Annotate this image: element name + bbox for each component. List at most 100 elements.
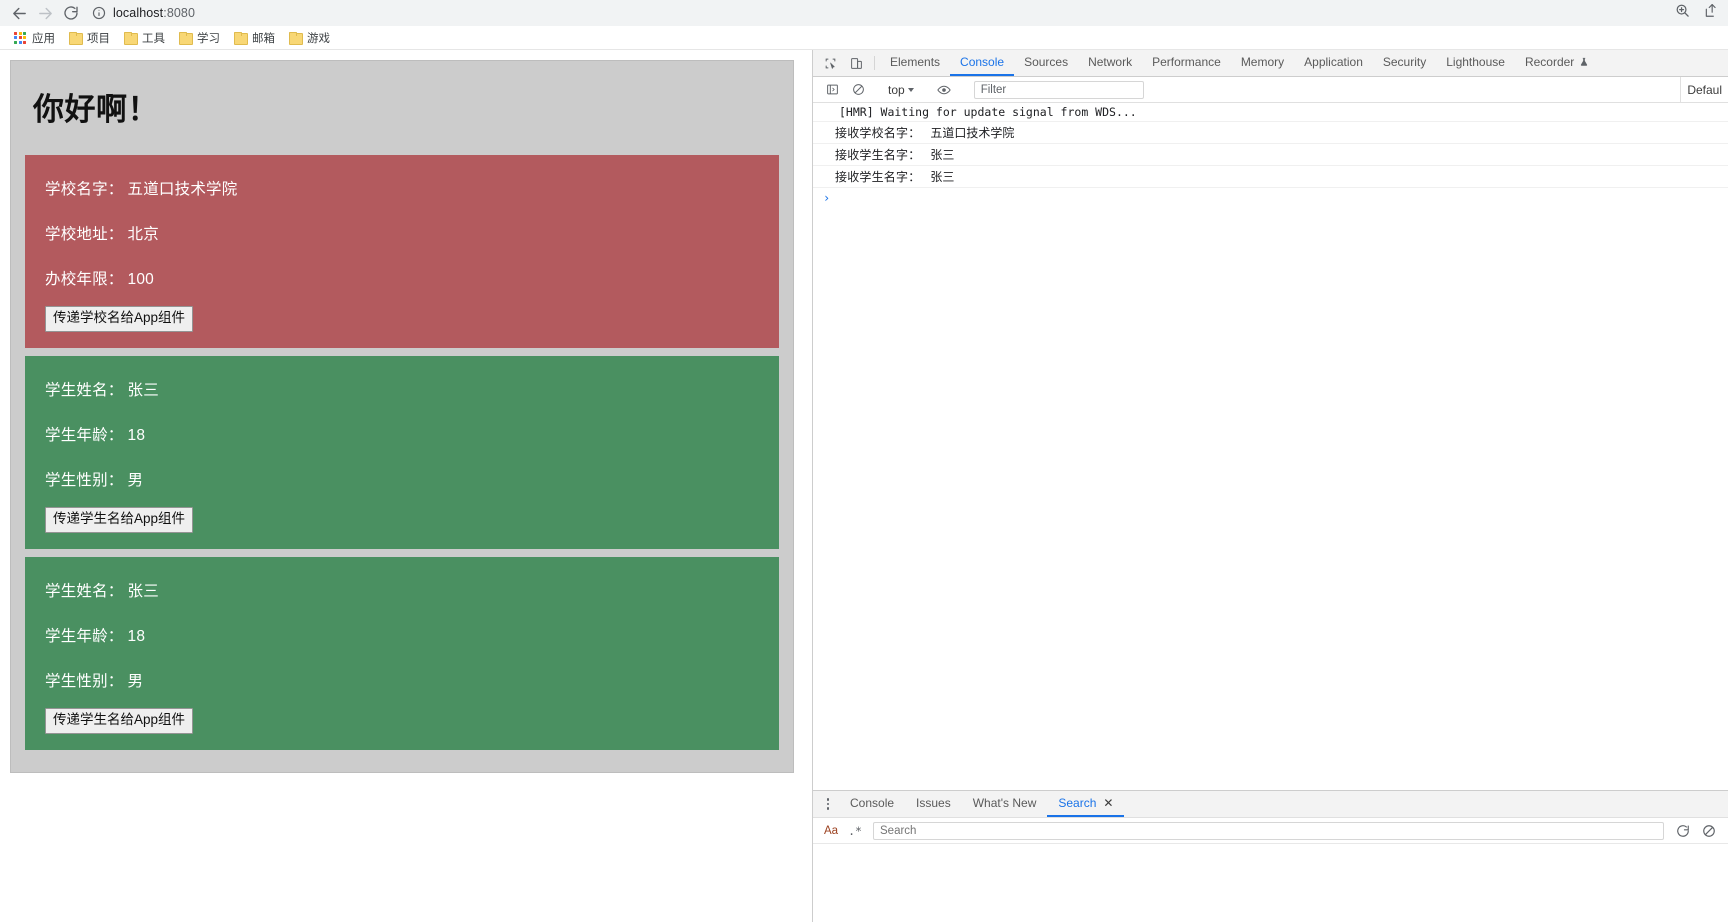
- tab-performance[interactable]: Performance: [1142, 50, 1231, 76]
- drawer-menu-button[interactable]: [817, 791, 839, 817]
- kebab-dot: [826, 802, 830, 806]
- bookmark-label: 工具: [142, 32, 165, 45]
- search-clear-button[interactable]: [1696, 824, 1722, 838]
- search-refresh-button[interactable]: [1670, 824, 1696, 838]
- tab-recorder-label: Recorder: [1524, 55, 1575, 69]
- school-component-card: 学校名字： 五道口技术学院 学校地址： 北京 办校年限： 100 传递学校名给App组…: [25, 155, 779, 348]
- bookmark-apps[interactable]: 应用: [8, 28, 63, 48]
- console-message-value: 张三: [930, 148, 955, 162]
- student-age-label: 学生年龄：: [45, 627, 124, 645]
- student-gender-value: 男: [127, 672, 144, 690]
- address-bar[interactable]: localhost:8080: [92, 4, 1671, 22]
- url-port: :8080: [163, 6, 196, 20]
- device-toolbar-button[interactable]: [843, 50, 869, 76]
- log-level-selector[interactable]: Defaul: [1680, 77, 1728, 102]
- info-circle-icon[interactable]: [92, 6, 106, 20]
- apps-grid-icon: [14, 31, 26, 44]
- bookmark-folder-1[interactable]: 项目: [63, 28, 118, 48]
- search-toolbar: Aa .* Search: [813, 818, 1728, 844]
- back-button[interactable]: [8, 2, 30, 24]
- flask-icon: [1581, 57, 1588, 66]
- pass-student-name-button[interactable]: 传递学生名给App组件: [45, 506, 194, 533]
- pass-student-name-button[interactable]: 传递学生名给App组件: [45, 707, 194, 734]
- console-message-label: 接收学生名字：: [835, 148, 921, 162]
- tab-security[interactable]: Security: [1373, 50, 1436, 76]
- school-name-row: 学校名字： 五道口技术学院: [45, 177, 759, 199]
- tab-console[interactable]: Console: [950, 50, 1015, 76]
- clear-console-icon: [852, 84, 864, 95]
- student-age-value: 18: [127, 627, 146, 645]
- match-case-toggle[interactable]: Aa: [819, 821, 843, 841]
- student-age-row: 学生年龄： 18: [45, 624, 759, 646]
- web-page-content: 你好啊！ 学校名字： 五道口技术学院 学校地址： 北京 办校年限： 100 传递学校名…: [0, 50, 812, 922]
- regex-toggle[interactable]: .*: [843, 821, 867, 841]
- console-message-student-1: 接收学生名字： 张三: [813, 144, 1728, 166]
- bookmark-folder-3[interactable]: 学习: [173, 28, 228, 48]
- url-text: localhost:8080: [113, 6, 195, 20]
- tab-network[interactable]: Network: [1078, 50, 1142, 76]
- school-years-row: 办校年限： 100: [45, 267, 759, 289]
- student-gender-label: 学生性别：: [45, 672, 124, 690]
- drawer-tab-console[interactable]: Console: [839, 791, 905, 817]
- student-name-row: 学生姓名： 张三: [45, 579, 759, 601]
- url-host: localhost: [113, 6, 164, 20]
- tab-application[interactable]: Application: [1294, 50, 1373, 76]
- zoom-in-button[interactable]: [1675, 3, 1690, 23]
- tab-memory[interactable]: Memory: [1231, 50, 1294, 76]
- log-level-label: Defaul: [1687, 82, 1722, 97]
- tab-lighthouse[interactable]: Lighthouse: [1436, 50, 1515, 76]
- student-gender-row: 学生性别：男: [45, 468, 759, 490]
- kebab-dot: [826, 798, 830, 801]
- console-message-school: 接收学校名字： 五道口技术学院: [813, 122, 1728, 144]
- share-button[interactable]: [1704, 3, 1718, 23]
- drawer-tab-search[interactable]: Search ✕: [1047, 791, 1125, 817]
- bookmark-folder-2[interactable]: 工具: [118, 28, 173, 48]
- search-input[interactable]: Search: [873, 821, 1664, 840]
- console-message-student-2: 接收学生名字： 张三: [813, 166, 1728, 188]
- clear-console-button[interactable]: [845, 83, 871, 96]
- refresh-icon: [1677, 824, 1689, 837]
- school-years-label: 办校年限：: [45, 271, 124, 288]
- school-name-label: 学校名字：: [45, 181, 124, 198]
- student-age-label: 学生年龄：: [45, 426, 124, 444]
- tab-recorder[interactable]: Recorder: [1515, 50, 1599, 76]
- console-toolbar: top Filter Defaul: [813, 77, 1728, 103]
- bookmark-folder-5[interactable]: 游戏: [283, 28, 338, 48]
- console-input-prompt[interactable]: ›: [813, 188, 1728, 208]
- student-gender-label: 学生性别：: [45, 471, 124, 489]
- inspect-element-icon: [825, 58, 835, 69]
- reload-icon: [64, 6, 78, 20]
- devtools-drawer: Console Issues What's New Search ✕ Aa .*…: [813, 790, 1728, 922]
- console-message-label: 接收学生名字：: [835, 170, 921, 184]
- bookmark-label: 游戏: [307, 32, 330, 45]
- student-age-value: 18: [127, 426, 146, 444]
- forward-button[interactable]: [34, 2, 56, 24]
- inspect-element-button[interactable]: [817, 50, 843, 76]
- app-component: 你好啊！ 学校名字： 五道口技术学院 学校地址： 北京 办校年限： 100 传递学校名…: [10, 60, 794, 773]
- student-name-value: 张三: [127, 381, 159, 399]
- console-filter-input[interactable]: Filter: [973, 80, 1144, 99]
- folder-icon: [289, 32, 303, 45]
- console-message-label: 接收学校名字：: [835, 126, 921, 140]
- browser-toolbar: localhost:8080: [0, 0, 1728, 26]
- bookmark-label: 项目: [87, 32, 110, 45]
- console-sidebar-button[interactable]: [819, 83, 845, 96]
- pass-school-name-button[interactable]: 传递学校名给App组件: [45, 306, 194, 332]
- bookmarks-bar: 应用 项目 工具 学习 邮箱 游戏: [0, 26, 1728, 50]
- page-title: 你好啊！: [33, 92, 159, 127]
- drawer-tab-whats-new[interactable]: What's New: [962, 791, 1048, 817]
- reload-button[interactable]: [60, 2, 82, 24]
- tab-sources[interactable]: Sources: [1014, 50, 1078, 76]
- tab-elements[interactable]: Elements: [880, 50, 950, 76]
- drawer-tab-issues[interactable]: Issues: [905, 791, 962, 817]
- student-name-value: 张三: [127, 582, 159, 600]
- execution-context-selector[interactable]: top: [882, 83, 920, 97]
- school-years-value: 100: [127, 271, 154, 288]
- bookmark-folder-4[interactable]: 邮箱: [228, 28, 283, 48]
- live-expression-button[interactable]: [931, 83, 957, 97]
- school-address-value: 北京: [127, 226, 159, 243]
- forward-arrow-icon: [38, 7, 52, 19]
- school-address-label: 学校地址：: [45, 226, 124, 243]
- close-icon[interactable]: ✕: [1103, 797, 1113, 809]
- toolbar-right-actions: [1675, 3, 1720, 23]
